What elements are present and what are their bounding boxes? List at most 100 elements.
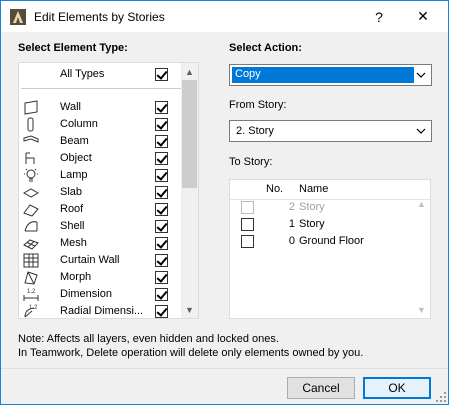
element-type-checkbox[interactable] — [155, 220, 168, 233]
column-icon — [22, 116, 40, 133]
scroll-down-arrow-icon[interactable]: ▼ — [413, 301, 430, 318]
scroll-down-arrow-icon[interactable]: ▼ — [181, 301, 198, 318]
story-name: Story — [299, 218, 325, 230]
from-story-selected-value: 2. Story — [236, 125, 274, 137]
note-text-1: Note: Affects all layers, even hidden an… — [18, 333, 279, 345]
element-type-label: Shell — [60, 220, 85, 232]
table-row: 2 Story — [230, 199, 415, 217]
morph-icon — [22, 269, 40, 286]
element-type-label: Roof — [60, 203, 84, 215]
element-type-checkbox[interactable] — [155, 135, 168, 148]
roof-icon — [22, 201, 40, 218]
element-type-checkbox[interactable] — [155, 288, 168, 301]
beam-icon — [22, 133, 40, 150]
list-item[interactable]: 1.2 Dimension — [19, 286, 182, 303]
cancel-button[interactable]: Cancel — [287, 377, 355, 399]
list-item[interactable]: Roof — [19, 201, 182, 218]
element-type-label: Curtain Wall — [60, 254, 120, 266]
element-type-label: Lamp — [60, 169, 88, 181]
element-type-heading: Select Element Type: — [18, 42, 128, 54]
element-type-label: Beam — [60, 135, 89, 147]
dimension-icon: 1.2 — [22, 286, 40, 303]
element-type-checkbox[interactable] — [155, 203, 168, 216]
all-types-checkbox[interactable] — [155, 68, 168, 81]
element-list-scrollbar[interactable]: ▲ ▼ — [181, 63, 198, 318]
list-item[interactable]: Wall — [19, 99, 182, 116]
story-checkbox[interactable] — [241, 218, 254, 231]
chevron-down-icon[interactable] — [413, 123, 429, 139]
element-type-label: Column — [60, 118, 98, 130]
title-bar: Edit Elements by Stories ? ✕ — [1, 1, 448, 32]
element-type-label: Radial Dimensi... — [60, 305, 144, 317]
action-selected-value: Copy — [232, 67, 414, 83]
list-divider — [21, 88, 181, 89]
list-item[interactable]: Mesh — [19, 235, 182, 252]
lamp-icon — [22, 167, 40, 184]
element-type-list[interactable]: All Types Wall Column Beam Object Lamp Slab Ro… — [18, 62, 199, 319]
element-type-label: Mesh — [60, 237, 87, 249]
scrollbar-thumb[interactable] — [182, 80, 197, 188]
element-type-checkbox[interactable] — [155, 305, 168, 318]
list-item[interactable]: Slab — [19, 184, 182, 201]
object-icon — [22, 150, 40, 167]
wall-icon — [22, 99, 40, 116]
story-table-scrollbar[interactable]: ▲ ▼ — [413, 180, 430, 318]
chevron-down-icon[interactable] — [413, 67, 429, 83]
story-number: 1 — [288, 218, 295, 230]
radial-dimension-icon: 1.2 — [22, 303, 40, 318]
story-name: Story — [299, 201, 325, 213]
table-row[interactable]: 0 Ground Floor — [230, 233, 415, 251]
element-type-checkbox[interactable] — [155, 237, 168, 250]
list-item[interactable]: Column — [19, 116, 182, 133]
action-select[interactable]: Copy — [229, 64, 432, 86]
element-type-checkbox[interactable] — [155, 118, 168, 131]
svg-text:1.2: 1.2 — [27, 289, 36, 295]
all-types-label: All Types — [60, 68, 105, 80]
to-story-table[interactable]: No. Name 2 Story 1 Story 0 Ground Floor … — [229, 179, 431, 319]
list-item[interactable]: Lamp — [19, 167, 182, 184]
element-type-label: Slab — [60, 186, 83, 198]
story-checkbox[interactable] — [241, 235, 254, 248]
close-button[interactable]: ✕ — [405, 1, 441, 32]
element-type-checkbox[interactable] — [155, 101, 168, 114]
window-title: Edit Elements by Stories — [34, 10, 165, 24]
shell-icon — [22, 218, 40, 235]
element-type-label: Object — [60, 152, 92, 164]
dialog-window: Edit Elements by Stories ? ✕ Select Elem… — [0, 0, 449, 405]
resize-grip-icon[interactable] — [436, 392, 447, 403]
curtain-wall-icon — [22, 252, 40, 269]
story-checkbox — [241, 201, 254, 214]
element-type-checkbox[interactable] — [155, 254, 168, 267]
from-story-select[interactable]: 2. Story — [229, 120, 432, 142]
element-type-checkbox[interactable] — [155, 186, 168, 199]
help-button[interactable]: ? — [361, 1, 397, 32]
list-item[interactable]: Shell — [19, 218, 182, 235]
story-name: Ground Floor — [299, 235, 364, 247]
svg-text:1.2: 1.2 — [29, 305, 38, 311]
element-type-checkbox[interactable] — [155, 271, 168, 284]
list-item[interactable]: Beam — [19, 133, 182, 150]
story-number: 2 — [288, 201, 295, 213]
slab-icon — [22, 184, 40, 201]
list-item[interactable]: Object — [19, 150, 182, 167]
element-type-label: Morph — [60, 271, 92, 283]
list-item[interactable]: 1.2 Radial Dimensi... — [19, 303, 182, 318]
table-row[interactable]: 1 Story — [230, 216, 415, 234]
story-number: 0 — [288, 235, 295, 247]
note-text-2: In Teamwork, Delete operation will delet… — [18, 347, 364, 359]
scroll-up-arrow-icon[interactable]: ▲ — [181, 63, 198, 80]
mesh-icon — [22, 235, 40, 252]
list-item[interactable]: Curtain Wall — [19, 252, 182, 269]
from-story-label: From Story: — [229, 99, 287, 111]
column-header-name[interactable]: Name — [299, 183, 328, 195]
list-item[interactable]: Morph — [19, 269, 182, 286]
column-header-no[interactable]: No. — [266, 183, 283, 195]
element-type-checkbox[interactable] — [155, 169, 168, 182]
to-story-label: To Story: — [229, 156, 273, 168]
list-item-all-types[interactable]: All Types — [19, 66, 182, 83]
element-type-checkbox[interactable] — [155, 152, 168, 165]
element-type-label: Wall — [60, 101, 81, 113]
element-type-label: Dimension — [60, 288, 112, 300]
scroll-up-arrow-icon[interactable]: ▲ — [413, 195, 430, 212]
ok-button[interactable]: OK — [363, 377, 431, 399]
